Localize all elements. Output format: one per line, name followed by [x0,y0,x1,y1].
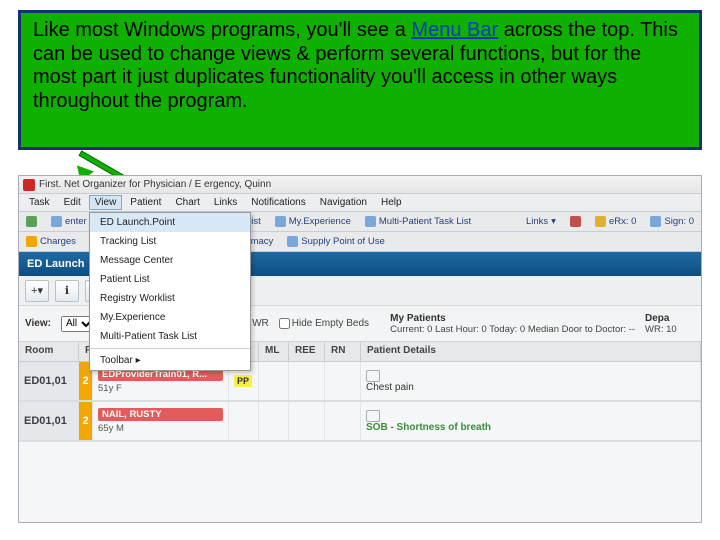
toolbar-links[interactable]: Links ▾ [523,215,559,228]
table-row[interactable]: ED01,01 2 NAIL, RUSTY 65y M SOB - Shortn… [19,402,701,442]
cell-room: ED01,01 [19,402,79,440]
callout-text-pre: Like most Windows programs, you'll see a [33,19,411,41]
cell-details: Chest pain [361,362,701,400]
view-tracking-list[interactable]: Tracking List [90,232,250,251]
cell-room: ED01,01 [19,362,79,400]
col-room[interactable]: Room [19,342,79,361]
patient-meta: 65y M [98,423,223,434]
patient-meta: 51y F [98,383,223,394]
my-patients-stats: Current: 0 Last Hour: 0 Today: 0 Median … [390,324,635,335]
toolbar-icon[interactable] [567,215,584,228]
titlebar: First. Net Organizer for Physician / E e… [19,176,701,194]
col-details[interactable]: Patient Details [361,342,701,361]
toolbar-multi-patient-task-list[interactable]: Multi-Patient Task List [362,215,474,228]
context-title: ED Launch [27,258,84,270]
view-ed-launchpoint[interactable]: ED Launch.Point [90,213,250,232]
dropdown-separator [90,348,250,349]
menu-navigation[interactable]: Navigation [314,195,373,210]
toolbar-msg-center[interactable]: enter [48,215,90,228]
view-toolbar[interactable]: Toolbar ▸ [90,351,250,370]
cell-ml [259,362,289,400]
cell-ml [259,402,289,440]
menu-chart[interactable]: Chart [169,195,205,210]
toolbar-sign[interactable]: Sign: 0 [647,215,697,228]
menu-edit[interactable]: Edit [58,195,87,210]
view-patient-list[interactable]: Patient List [90,270,250,289]
cell-rn [325,402,361,440]
toolbar-myexperience[interactable]: My.Experience [272,215,354,228]
menu-view[interactable]: View [89,195,123,210]
view-registry-worklist[interactable]: Registry Worklist [90,289,250,308]
col-ml[interactable]: ML [259,342,289,361]
window-title: First. Net Organizer for Physician / E e… [39,179,271,190]
menu-patient[interactable]: Patient [124,195,167,210]
app-icon [23,179,35,191]
view-dropdown[interactable]: ED Launch.Point Tracking List Message Ce… [89,212,251,371]
patient-name: NAIL, RUSTY [98,408,223,421]
patient-rows: ED01,01 2 EDProviderTrain01, R... 51y F … [19,362,701,442]
toolbar-charges[interactable]: Charges [23,235,79,248]
callout-menubar-term: Menu Bar [411,19,498,41]
badge-pp: PP [234,375,252,387]
chevron-right-icon: ▸ [136,355,141,366]
cell-mb [229,402,259,440]
col-rn[interactable]: RN [325,342,361,361]
view-label: View: [25,318,51,329]
view-multi-patient-task-list[interactable]: Multi-Patient Task List [90,327,250,346]
view-myexperience[interactable]: My.Experience [90,308,250,327]
my-patients-label: My Patients [390,313,635,324]
callout-arrow [80,150,160,156]
toolbar-erx[interactable]: eRx: 0 [592,215,639,228]
toolbar-supply-pou[interactable]: Supply Point of Use [284,235,387,248]
check-hide-empty[interactable]: Hide Empty Beds [279,318,369,329]
col-ree[interactable]: REE [289,342,325,361]
app-window: First. Net Organizer for Physician / E e… [18,175,702,523]
view-message-center[interactable]: Message Center [90,251,250,270]
menubar[interactable]: Task Edit View Patient Chart Links Notif… [19,194,701,212]
cell-details: SOB - Shortness of breath [361,402,701,440]
instruction-callout: Like most Windows programs, you'll see a… [18,10,702,150]
wr-stat: WR: 10 [645,324,695,335]
note-icon[interactable] [366,410,380,422]
toolbar-item[interactable] [23,215,40,228]
note-icon[interactable] [366,370,380,382]
cell-patient-info: NAIL, RUSTY 65y M [93,402,229,440]
menu-task[interactable]: Task [23,195,56,210]
cell-ree [289,362,325,400]
cell-rn [325,362,361,400]
menu-notifications[interactable]: Notifications [245,195,311,210]
depa-label: Depa [645,313,695,324]
cell-ree [289,402,325,440]
menu-help[interactable]: Help [375,195,408,210]
info-button[interactable]: ℹ [55,280,79,302]
menu-links[interactable]: Links [208,195,243,210]
cell-acuity: 2 [79,402,93,440]
add-patient-button[interactable]: +▾ [25,280,49,302]
